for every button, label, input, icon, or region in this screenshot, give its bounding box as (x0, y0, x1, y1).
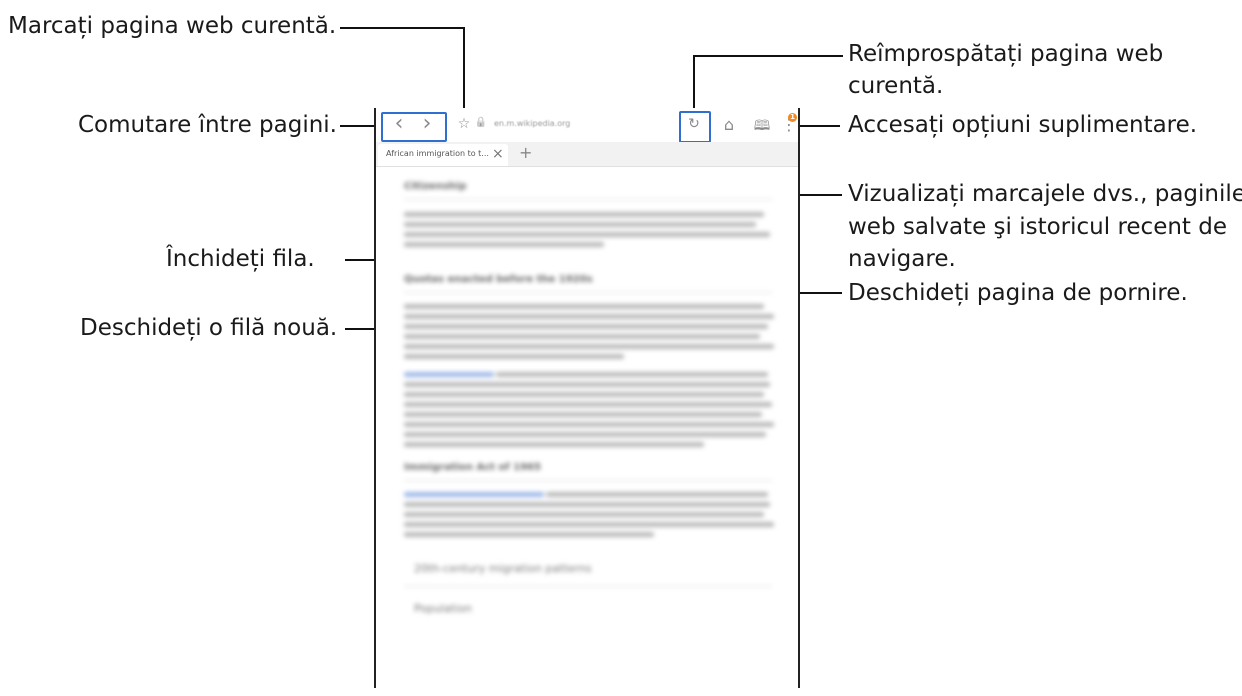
section-20th-century: 20th-century migration patterns (414, 562, 592, 575)
section-citizenship: Citizenship (404, 181, 467, 192)
callout-bookmarks-line1: Vizualizați marcajele dvs., paginile (848, 181, 1242, 207)
star-icon[interactable]: ☆ (456, 116, 472, 132)
bookmarks-icon[interactable]: 🕮 (753, 115, 771, 139)
callout-switch-pages: Comutare între pagini. (78, 112, 337, 138)
close-tab-icon[interactable]: × (492, 146, 504, 162)
leader-refresh-v (693, 55, 695, 110)
notification-badge: 1 (788, 113, 797, 122)
callout-home: Deschideți pagina de pornire. (848, 280, 1188, 306)
url-bar: ‹ › ☆ 🔒 en.m.wikipedia.org ↻ ⌂ 🕮 ⋮ 1 (376, 108, 798, 143)
leader-refresh-h (693, 55, 843, 57)
callout-bookmark: Marcați pagina web curentă. (8, 13, 337, 39)
callout-refresh-line2: curentă. (848, 73, 944, 99)
browser-window: ‹ › ☆ 🔒 en.m.wikipedia.org ↻ ⌂ 🕮 ⋮ 1 Afr… (374, 108, 800, 688)
new-tab-icon[interactable]: + (519, 143, 532, 162)
leader-more-options (800, 125, 840, 127)
tab-current[interactable]: African immigration to t... × (378, 144, 508, 166)
refresh-icon[interactable]: ↻ (685, 116, 703, 132)
callout-more-options: Accesați opțiuni suplimentare. (848, 112, 1198, 138)
callout-bookmarks-line3: navigare. (848, 246, 956, 272)
section-immigration-act: Immigration Act of 1965 (404, 462, 541, 473)
callout-bookmarks-line2: web salvate şi istoricul recent de (848, 214, 1227, 240)
leader-bookmark-v (463, 27, 465, 112)
callout-refresh-line1: Reîmprospătați pagina web (848, 41, 1164, 67)
back-arrow-icon[interactable]: ‹ (390, 113, 408, 135)
page-content: Citizenship Quotas enacted before the 19… (376, 166, 798, 696)
leader-bookmark-h (340, 27, 464, 29)
lock-icon: 🔒 (474, 117, 488, 128)
tab-title: African immigration to t... (386, 149, 489, 158)
forward-arrow-icon[interactable]: › (418, 113, 436, 135)
home-icon[interactable]: ⌂ (720, 115, 738, 134)
tab-bar: African immigration to t... × + (376, 142, 798, 167)
url-text[interactable]: en.m.wikipedia.org (494, 119, 570, 128)
callout-close-tab: Închideți fila. (166, 246, 315, 272)
section-quotas: Quotas enacted before the 1920s (404, 274, 593, 285)
callout-new-tab: Deschideți o filă nouă. (80, 315, 338, 341)
section-population: Population (414, 602, 472, 615)
